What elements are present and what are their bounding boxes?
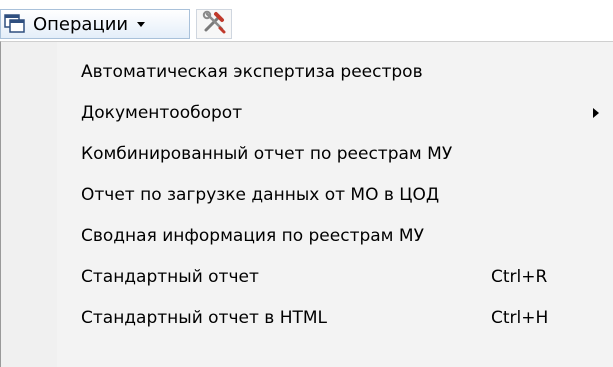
menu-item-shortcut: Ctrl+H	[491, 308, 549, 328]
menu-item[interactable]: Автоматическая экспертиза реестров	[1, 54, 613, 90]
toolbar: Операции	[0, 0, 613, 42]
operations-menu-button[interactable]: Операции	[0, 9, 190, 39]
menu-item[interactable]: Сводная информация по реестрам МУ	[1, 218, 613, 254]
menu-item-label: Комбинированный отчет по реестрам МУ	[81, 144, 453, 164]
menu-item-label: Стандартный отчет	[81, 267, 259, 287]
chevron-down-icon	[136, 18, 146, 30]
tools-icon	[201, 9, 227, 39]
operations-label: Операции	[33, 13, 129, 35]
menu-item-label: Документооборот	[81, 103, 243, 123]
submenu-arrow-icon	[593, 108, 599, 118]
menu-item-label: Отчет по загрузке данных от МО в ЦОД	[81, 185, 440, 205]
menu-item[interactable]: Стандартный отчет Ctrl+R	[1, 259, 613, 295]
tools-button[interactable]	[196, 9, 232, 39]
windows-stack-icon	[3, 12, 27, 36]
menu-item[interactable]: Стандартный отчет в HTML Ctrl+H	[1, 300, 613, 336]
menu-item[interactable]: Отчет по загрузке данных от МО в ЦОД	[1, 177, 613, 213]
operations-dropdown-menu: Автоматическая экспертиза реестров Докуме…	[0, 41, 613, 367]
menu-item-label: Автоматическая экспертиза реестров	[81, 62, 423, 82]
menu-item-label: Стандартный отчет в HTML	[81, 308, 328, 328]
menu-item[interactable]: Комбинированный отчет по реестрам МУ	[1, 136, 613, 172]
menu-item-shortcut: Ctrl+R	[491, 267, 548, 287]
menu-item-label: Сводная информация по реестрам МУ	[81, 226, 424, 246]
menu-item[interactable]: Документооборот	[1, 95, 613, 131]
